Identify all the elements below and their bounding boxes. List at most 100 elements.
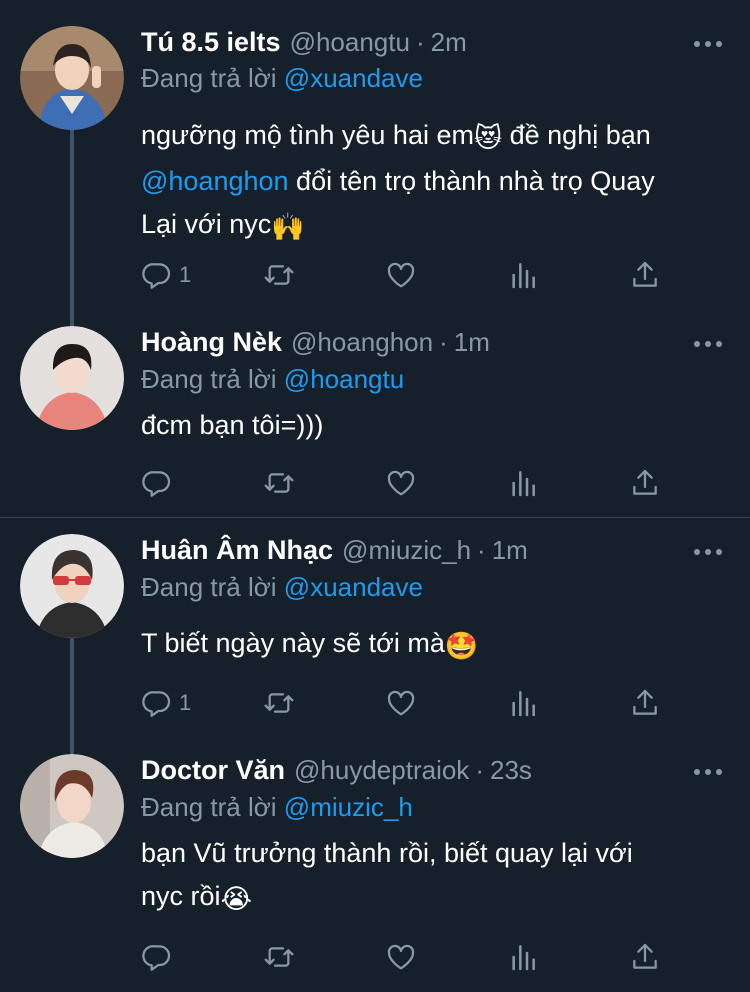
tweet-header: Doctor Văn @huydeptraiok · 23s (141, 755, 532, 791)
tweet-actions (141, 940, 671, 974)
thread-line (70, 128, 74, 328)
analytics-button[interactable] (507, 940, 539, 974)
more-icon[interactable] (694, 40, 722, 48)
like-icon (385, 687, 417, 719)
tweet-text: T biết ngày này sẽ tới mà🤩 (141, 622, 721, 668)
display-name[interactable]: Hoàng Nèk (141, 327, 282, 358)
reply-mention-link[interactable]: @xuandave (284, 63, 423, 93)
more-icon[interactable] (694, 548, 722, 556)
username[interactable]: @hoanghon (291, 327, 433, 358)
timestamp[interactable]: 2m (431, 27, 467, 58)
avatar[interactable] (20, 26, 124, 130)
mention-link[interactable]: @hoanghon (141, 166, 289, 196)
retweet-button[interactable] (263, 258, 295, 292)
analytics-icon (507, 687, 539, 719)
share-button[interactable] (629, 258, 661, 292)
reply-icon (141, 467, 173, 499)
more-icon[interactable] (694, 340, 722, 348)
share-icon (629, 467, 661, 499)
timestamp[interactable]: 1m (492, 535, 528, 566)
username[interactable]: @huydeptraiok (294, 755, 469, 786)
avatar[interactable] (20, 534, 124, 638)
tweet-hoangtu[interactable]: Tú 8.5 ielts @hoangtu · 2m Đang trả lời … (0, 0, 750, 328)
tweet-actions: 1 (141, 686, 671, 720)
tweet-header: Hoàng Nèk @hoanghon · 1m (141, 327, 490, 363)
replying-label: Đang trả lời (141, 572, 277, 602)
tweet-text: ngưỡng mộ tình yêu hai em😻 đề nghị bạn @… (141, 114, 721, 249)
loudly-crying-emoji: 😭 (220, 884, 253, 914)
share-button[interactable] (629, 686, 661, 720)
reply-icon (141, 259, 173, 291)
raising-hands-emoji: 🙌 (271, 212, 305, 242)
like-button[interactable] (385, 940, 417, 974)
like-button[interactable] (385, 466, 417, 500)
analytics-icon (507, 467, 539, 499)
replying-to: Đang trả lời @xuandave (141, 572, 423, 603)
share-icon (629, 259, 661, 291)
replying-label: Đang trả lời (141, 364, 277, 394)
retweet-button[interactable] (263, 466, 295, 500)
tweet-header: Tú 8.5 ielts @hoangtu · 2m (141, 27, 467, 63)
tweet-actions (141, 466, 671, 500)
text-segment: đề nghị bạn (502, 120, 651, 150)
share-button[interactable] (629, 466, 661, 500)
text-segment: ngưỡng mộ tình yêu hai em (141, 120, 474, 150)
replying-to: Đang trả lời @hoangtu (141, 364, 404, 395)
retweet-button[interactable] (263, 940, 295, 974)
text-segment: nyc rồi (141, 881, 221, 911)
reply-button[interactable] (141, 940, 173, 974)
analytics-button[interactable] (507, 466, 539, 500)
reply-mention-link[interactable]: @hoangtu (284, 364, 404, 394)
tweet-hoanghon[interactable]: Hoàng Nèk @hoanghon · 1m Đang trả lời @h… (0, 320, 750, 516)
retweet-button[interactable] (263, 686, 295, 720)
text-segment: T biết ngày này sẽ tới mà (141, 628, 445, 658)
avatar[interactable] (20, 326, 124, 430)
reply-feed: Tú 8.5 ielts @hoangtu · 2m Đang trả lời … (0, 0, 750, 992)
reply-mention-link[interactable]: @xuandave (284, 572, 423, 602)
timestamp[interactable]: 23s (490, 755, 532, 786)
more-icon[interactable] (694, 768, 722, 776)
display-name[interactable]: Tú 8.5 ielts (141, 27, 281, 58)
replying-label: Đang trả lời (141, 63, 277, 93)
like-button[interactable] (385, 686, 417, 720)
replying-to: Đang trả lời @xuandave (141, 63, 423, 94)
separator-dot: · (415, 27, 425, 57)
like-icon (385, 941, 417, 973)
reply-mention-link[interactable]: @miuzic_h (284, 792, 413, 822)
tweet-miuzic[interactable]: Huân Âm Nhạc @miuzic_h · 1m Đang trả lời… (0, 518, 750, 756)
separator-dot: · (475, 755, 484, 785)
separator-dot: · (477, 535, 486, 565)
separator-dot: · (439, 327, 448, 357)
reply-button[interactable]: 1 (141, 258, 191, 292)
analytics-icon (507, 259, 539, 291)
star-struck-emoji: 🤩 (444, 631, 479, 661)
display-name[interactable]: Huân Âm Nhạc (141, 535, 333, 566)
reply-count: 1 (179, 262, 192, 287)
retweet-icon (263, 467, 295, 499)
avatar[interactable] (20, 754, 124, 858)
replying-to: Đang trả lời @miuzic_h (141, 792, 413, 823)
username[interactable]: @miuzic_h (342, 535, 471, 566)
tweet-text: bạn Vũ trưởng thành rồi, biết quay lại v… (141, 832, 721, 921)
analytics-button[interactable] (507, 686, 539, 720)
display-name[interactable]: Doctor Văn (141, 755, 285, 786)
text-segment: bạn Vũ trưởng thành rồi, biết quay lại v… (141, 838, 633, 868)
reply-icon (141, 687, 173, 719)
reply-button[interactable] (141, 466, 173, 500)
username[interactable]: @hoangtu (290, 27, 410, 58)
analytics-icon (507, 941, 539, 973)
like-icon (385, 467, 417, 499)
timestamp[interactable]: 1m (454, 327, 490, 358)
analytics-button[interactable] (507, 258, 539, 292)
tweet-text: đcm bạn tôi=))) (141, 410, 324, 440)
reply-icon (141, 941, 173, 973)
heart-eyes-cat-emoji: 😻 (473, 123, 503, 153)
reply-count: 1 (179, 690, 192, 715)
like-button[interactable] (385, 258, 417, 292)
reply-button[interactable]: 1 (141, 686, 191, 720)
text-segment: Lại với nyc (141, 209, 272, 239)
tweet-huydeptraiok[interactable]: Doctor Văn @huydeptraiok · 23s Đang trả … (0, 748, 750, 992)
retweet-icon (263, 687, 295, 719)
share-button[interactable] (629, 940, 661, 974)
tweet-actions: 1 (141, 258, 671, 292)
